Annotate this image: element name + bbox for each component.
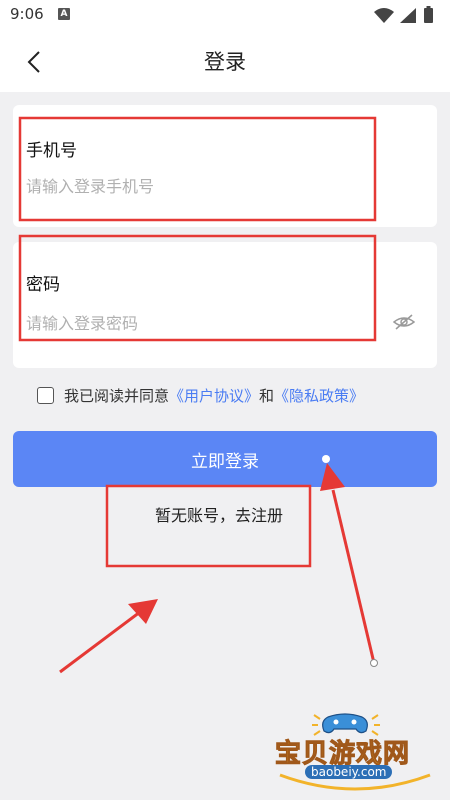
agreement-row: 我已阅读并同意 《用户协议》 和 《隐私政策》 bbox=[37, 384, 364, 406]
highlight-box-register bbox=[105, 484, 312, 568]
watermark-logo: 宝贝游戏网 baobeiy.com bbox=[270, 705, 440, 795]
battery-icon bbox=[424, 6, 433, 23]
wifi-icon bbox=[374, 8, 394, 23]
agreement-checkbox[interactable] bbox=[37, 386, 54, 404]
eye-off-icon[interactable] bbox=[393, 313, 415, 331]
user-agreement-link[interactable]: 《用户协议》 bbox=[169, 385, 259, 406]
status-icons bbox=[374, 6, 433, 23]
password-label: 密码 bbox=[26, 275, 60, 295]
register-link[interactable]: 暂无账号，去注册 bbox=[155, 502, 283, 526]
page-title: 登录 bbox=[204, 50, 246, 74]
notification-a-icon: A bbox=[58, 8, 70, 20]
signal-icon bbox=[400, 8, 416, 23]
status-time: 9:06 bbox=[10, 5, 44, 23]
nav-bar: 登录 bbox=[0, 30, 450, 92]
login-button[interactable]: 立即登录 bbox=[13, 431, 437, 487]
password-card: 密码 bbox=[13, 242, 437, 368]
password-input[interactable] bbox=[26, 312, 386, 334]
phone-card: 手机号 bbox=[13, 105, 437, 227]
phone-label: 手机号 bbox=[26, 141, 77, 161]
watermark-domain: baobeiy.com bbox=[305, 765, 393, 779]
privacy-policy-link[interactable]: 《隐私政策》 bbox=[274, 385, 364, 406]
status-bar: 9:06 A bbox=[0, 0, 450, 30]
arrow-lower-left bbox=[59, 599, 158, 674]
agreement-prefix: 我已阅读并同意 bbox=[64, 386, 170, 405]
agreement-and: 和 bbox=[259, 386, 275, 405]
phone-input[interactable] bbox=[26, 175, 386, 197]
